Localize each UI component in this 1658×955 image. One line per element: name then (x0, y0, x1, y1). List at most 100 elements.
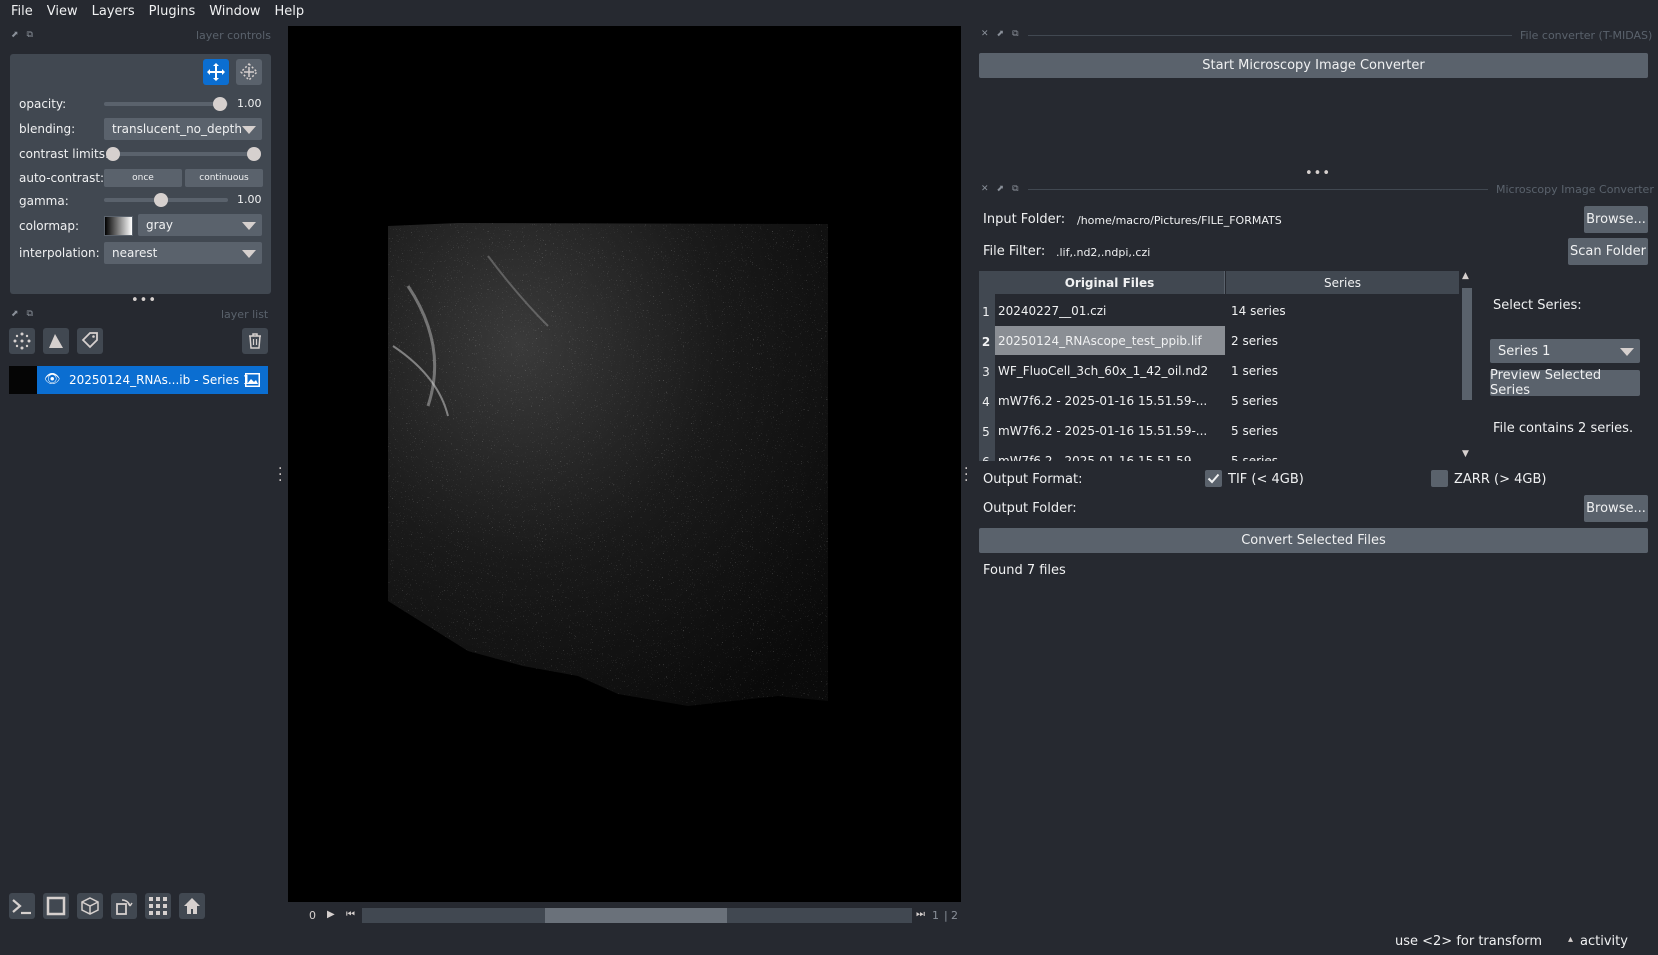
file-filter-field[interactable]: .lif,.nd2,.ndpi,.czi (1050, 240, 1563, 264)
file-filter-label: File Filter: (983, 244, 1046, 259)
close-icon[interactable]: ✕ (981, 184, 989, 194)
status-text: Found 7 files (983, 563, 1066, 578)
float-icon[interactable]: ⬈ (11, 30, 19, 40)
opacity-slider-handle[interactable] (213, 97, 227, 111)
scroll-up-icon[interactable]: ▲ (1462, 271, 1469, 281)
new-labels-layer-button[interactable] (77, 328, 103, 354)
activity-button[interactable]: activity (1580, 934, 1628, 949)
layer-controls-title: layer controls (196, 29, 271, 42)
table-cell-series[interactable]: 5 series (1231, 454, 1451, 461)
transpose-button[interactable] (111, 893, 137, 919)
scroll-down-icon[interactable]: ▼ (1462, 449, 1469, 459)
dims-slider-handle[interactable] (545, 908, 727, 923)
table-cell-file[interactable]: 20240227__01.czi (998, 304, 1218, 318)
tif-label: TIF (< 4GB) (1228, 472, 1304, 487)
image-canvas[interactable] (288, 26, 961, 902)
tif-checkbox[interactable] (1205, 470, 1222, 487)
browse-output-button[interactable]: Browse... (1584, 495, 1648, 522)
float-icon[interactable]: ⬈ (997, 29, 1005, 39)
square-icon (46, 896, 66, 916)
contrast-limits-slider[interactable] (110, 152, 256, 156)
table-cell-file[interactable]: 20250124_RNAscope_test_ppib.lif (998, 334, 1218, 348)
output-folder-field[interactable] (1084, 497, 1579, 521)
auto-contrast-once-button[interactable]: once (104, 169, 182, 187)
roll-dims-button[interactable] (77, 893, 103, 919)
chevron-down-icon (242, 222, 256, 230)
splitter-handle[interactable]: ••• (131, 293, 157, 308)
undock-icon[interactable]: ⧉ (1012, 29, 1018, 39)
menu-layers[interactable]: Layers (85, 4, 142, 19)
pan-zoom-button[interactable] (203, 59, 229, 85)
table-cell-series[interactable]: 14 series (1231, 304, 1451, 318)
skip-forward-icon[interactable]: ⏭ (916, 909, 925, 920)
blending-label: blending: (19, 122, 76, 136)
input-folder-field[interactable]: /home/macro/Pictures/FILE_FORMATS (1071, 208, 1579, 232)
dock-divider (1028, 189, 1488, 190)
close-icon[interactable]: ✕ (981, 29, 989, 39)
gamma-slider-handle[interactable] (154, 193, 168, 207)
opacity-value: 1.00 (237, 97, 262, 110)
contrast-min-handle[interactable] (106, 147, 120, 161)
table-cell-file[interactable]: WF_FluoCell_3ch_60x_1_42_oil.nd2 (998, 364, 1218, 378)
browse-input-button[interactable]: Browse... (1584, 206, 1648, 233)
menu-view[interactable]: View (40, 4, 85, 19)
ndisplay-button[interactable] (43, 893, 69, 919)
undock-icon[interactable]: ⧉ (1012, 184, 1018, 194)
table-cell-series[interactable]: 1 series (1231, 364, 1451, 378)
mic-converter-title: Microscopy Image Converter (1496, 183, 1654, 196)
dims-index: 1 (932, 909, 939, 922)
layer-name[interactable]: 20250124_RNAs...ib - Series 1 (69, 373, 251, 387)
transform-button[interactable] (236, 59, 262, 85)
menu-window[interactable]: Window (202, 4, 267, 19)
undock-icon[interactable]: ⧉ (27, 30, 33, 40)
file-contains-text: File contains 2 series. (1493, 421, 1634, 436)
table-scrollbar-handle[interactable] (1462, 288, 1472, 400)
file-converter-dock-buttons: ✕ ⬈ ⧉ (981, 29, 1019, 39)
series-value: Series 1 (1498, 343, 1551, 359)
new-points-layer-button[interactable] (9, 328, 35, 354)
menu-file[interactable]: File (4, 4, 40, 19)
colormap-select[interactable]: gray (138, 214, 262, 236)
header-original-files[interactable]: Original Files (995, 271, 1225, 294)
layer-list-item[interactable]: 👁︎ 20250124_RNAs...ib - Series 1 (9, 366, 268, 394)
interpolation-select[interactable]: nearest (104, 242, 262, 264)
zarr-checkbox[interactable] (1431, 470, 1448, 487)
table-cell-file[interactable]: mW7f6.2 - 2025-01-16 15.51.59-... (998, 454, 1218, 461)
visibility-eye-icon[interactable]: 👁︎ (44, 372, 61, 387)
output-format-label: Output Format: (983, 472, 1083, 487)
convert-files-button[interactable]: Convert Selected Files (979, 528, 1648, 553)
input-folder-label: Input Folder: (983, 212, 1066, 227)
header-series[interactable]: Series (1226, 271, 1459, 294)
right-splitter-handle[interactable]: · · · (964, 462, 968, 488)
preview-series-button[interactable]: Preview Selected Series (1490, 368, 1640, 398)
table-cell-series[interactable]: 2 series (1231, 334, 1451, 348)
opacity-slider[interactable] (104, 102, 228, 106)
move-icon (207, 63, 225, 81)
home-button[interactable] (179, 893, 205, 919)
console-button[interactable] (9, 893, 35, 919)
left-splitter-handle[interactable]: · · · (278, 462, 282, 488)
start-converter-button[interactable]: Start Microscopy Image Converter (979, 53, 1648, 78)
float-icon[interactable]: ⬈ (997, 184, 1005, 194)
blending-value: translucent_no_depth (112, 122, 242, 136)
table-cell-file[interactable]: mW7f6.2 - 2025-01-16 15.51.59-... (998, 394, 1218, 408)
skip-back-icon[interactable]: ⏮ (346, 909, 355, 920)
row-number: 4 (982, 395, 990, 409)
delete-layer-button[interactable] (242, 328, 268, 354)
contrast-max-handle[interactable] (247, 147, 261, 161)
table-cell-file[interactable]: mW7f6.2 - 2025-01-16 15.51.59-... (998, 424, 1218, 438)
menu-help[interactable]: Help (268, 4, 312, 19)
float-icon[interactable]: ⬈ (11, 309, 19, 319)
undock-icon[interactable]: ⧉ (27, 309, 33, 319)
blending-select[interactable]: translucent_no_depth (104, 118, 262, 140)
scan-folder-button[interactable]: Scan Folder (1568, 238, 1648, 265)
play-icon[interactable]: ▶ (327, 909, 335, 920)
auto-contrast-continuous-button[interactable]: continuous (185, 169, 263, 187)
menu-plugins[interactable]: Plugins (142, 4, 203, 19)
table-cell-series[interactable]: 5 series (1231, 424, 1451, 438)
grid-view-button[interactable] (145, 893, 171, 919)
series-select[interactable]: Series 1 (1490, 339, 1640, 363)
new-shapes-layer-button[interactable] (43, 328, 69, 354)
table-cell-series[interactable]: 5 series (1231, 394, 1451, 408)
splitter-handle[interactable]: ••• (1305, 166, 1331, 181)
